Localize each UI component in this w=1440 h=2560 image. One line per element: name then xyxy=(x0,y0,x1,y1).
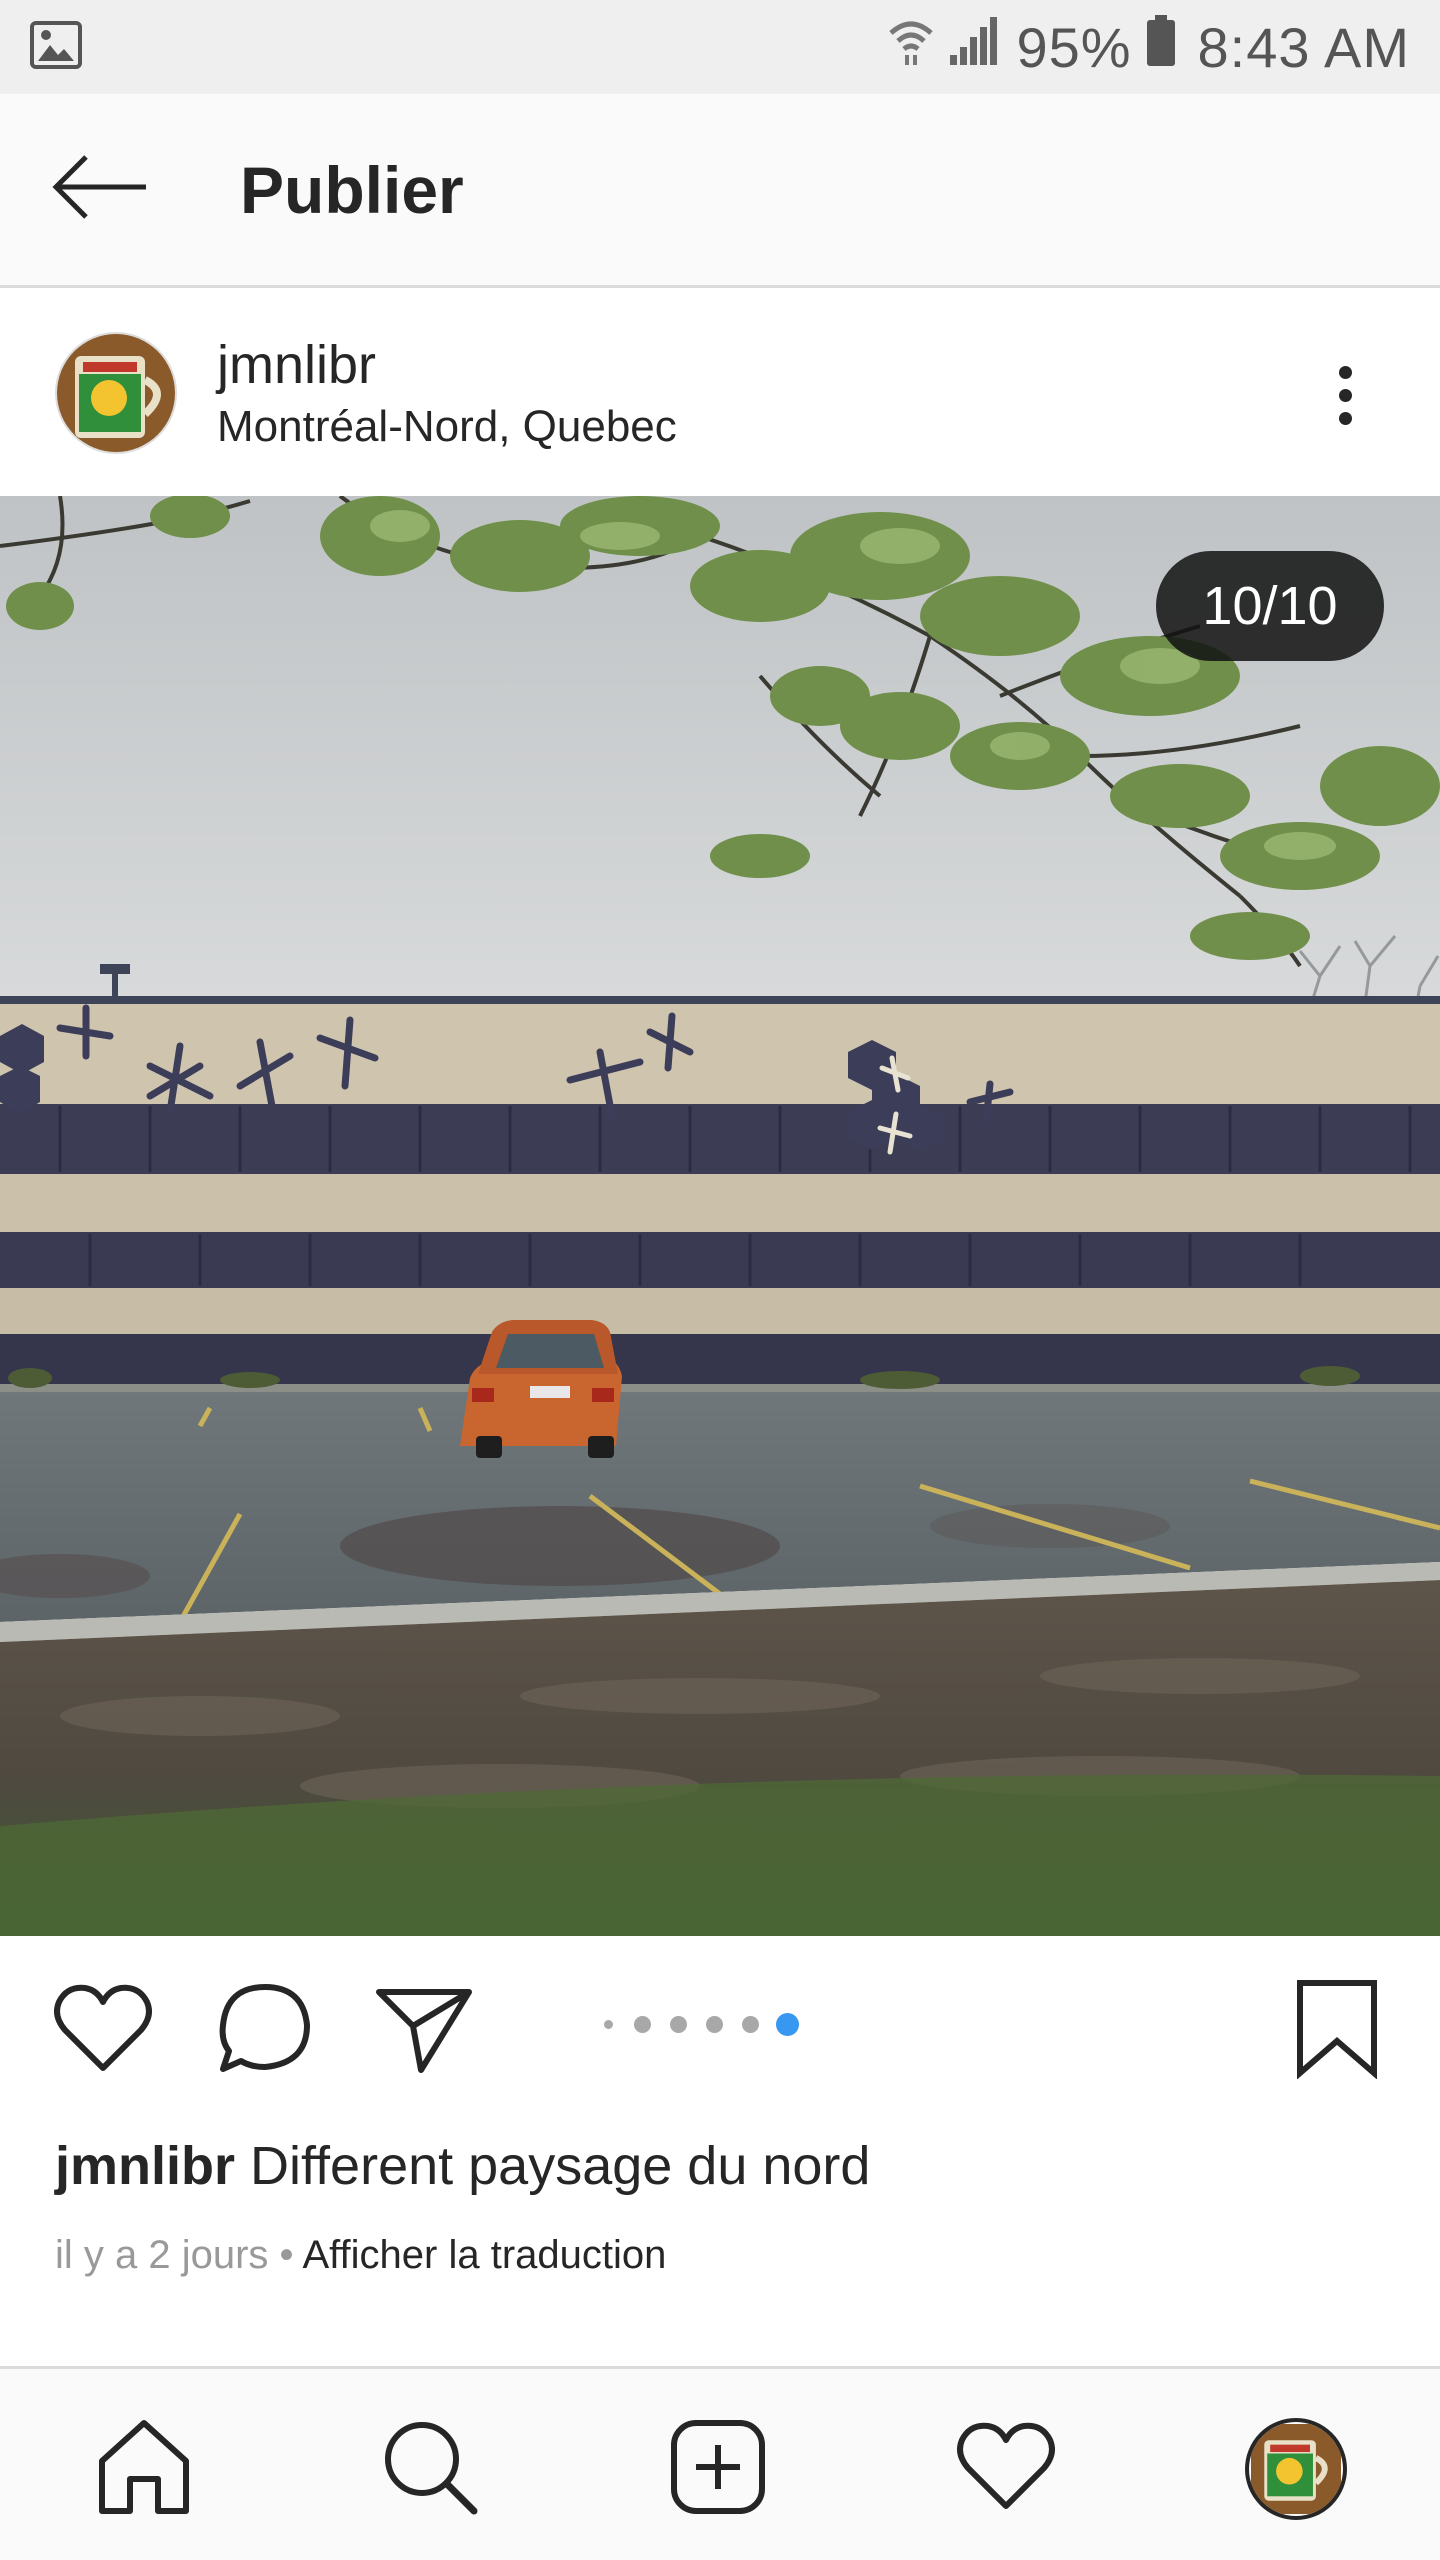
gallery-icon xyxy=(30,20,82,74)
heart-icon xyxy=(53,1984,153,2079)
more-options-button[interactable] xyxy=(1320,350,1370,440)
comment-button[interactable] xyxy=(210,1976,320,2086)
page-title: Publier xyxy=(240,152,464,227)
carousel-dot xyxy=(742,2016,759,2033)
post-caption: jmnlibr Different paysage du nord xyxy=(55,2135,870,2197)
carousel-dot xyxy=(670,2016,687,2033)
caption-text: Different paysage du nord xyxy=(250,2136,871,2196)
translate-link[interactable]: Afficher la traduction xyxy=(302,2233,666,2277)
photo-scene xyxy=(0,496,1440,1936)
post-time: il y a 2 jours xyxy=(55,2233,269,2277)
add-post-icon xyxy=(668,2417,768,2522)
bookmark-icon xyxy=(1292,1979,1382,2084)
avatar[interactable] xyxy=(55,332,177,454)
post-photo[interactable]: 10/10 xyxy=(0,496,1440,1936)
home-icon xyxy=(94,2417,194,2522)
status-bar: 95% 8:43 AM xyxy=(0,0,1440,94)
share-button[interactable] xyxy=(368,1976,478,2086)
wifi-icon xyxy=(888,15,934,80)
post-location[interactable]: Montréal-Nord, Quebec xyxy=(217,402,677,452)
nav-home[interactable] xyxy=(84,2409,204,2529)
post-username[interactable]: jmnlibr xyxy=(217,334,677,396)
save-button[interactable] xyxy=(1282,1976,1392,2086)
battery-icon xyxy=(1146,14,1176,80)
meta-separator: • xyxy=(279,2233,294,2277)
back-button[interactable] xyxy=(40,130,160,250)
share-icon xyxy=(373,1984,473,2079)
comment-icon xyxy=(215,1979,315,2084)
carousel-dot xyxy=(634,2016,651,2033)
signal-icon xyxy=(948,15,1002,80)
post-meta-line: il y a 2 jours • Afficher la traduction xyxy=(55,2233,666,2278)
app-header: Publier xyxy=(0,94,1440,288)
more-dot xyxy=(1338,411,1352,425)
carousel-dot-active xyxy=(776,2013,799,2036)
nav-search[interactable] xyxy=(370,2409,490,2529)
nav-activity[interactable] xyxy=(946,2409,1066,2529)
arrow-left-icon xyxy=(50,152,150,227)
carousel-counter: 10/10 xyxy=(1156,551,1384,661)
more-dot xyxy=(1338,365,1352,379)
caption-username[interactable]: jmnlibr xyxy=(55,2136,235,2196)
bottom-nav xyxy=(0,2366,1440,2560)
carousel-dot xyxy=(604,2020,613,2029)
activity-heart-icon xyxy=(956,2422,1056,2517)
like-button[interactable] xyxy=(48,1976,158,2086)
more-dot xyxy=(1338,388,1352,402)
nav-add-post[interactable] xyxy=(658,2409,778,2529)
profile-avatar xyxy=(1245,2418,1347,2520)
battery-percent: 95% xyxy=(1016,15,1132,79)
search-icon xyxy=(380,2417,480,2522)
post-header: jmnlibr Montréal-Nord, Quebec xyxy=(0,290,1440,496)
nav-profile[interactable] xyxy=(1236,2409,1356,2529)
clock: 8:43 AM xyxy=(1197,15,1410,79)
carousel-dot xyxy=(706,2016,723,2033)
